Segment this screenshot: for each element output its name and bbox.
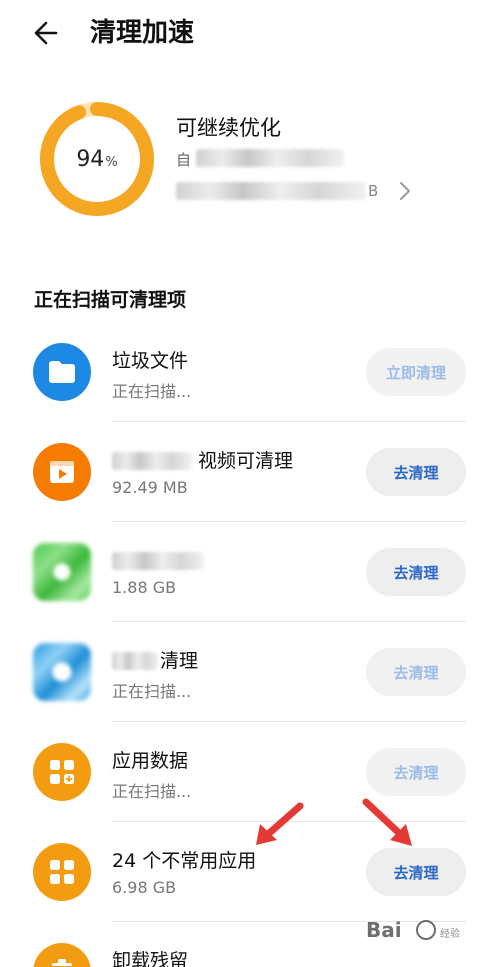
app-data-icon: [33, 743, 91, 801]
redacted-title: [112, 652, 158, 670]
percent-unit: %: [105, 154, 118, 170]
percent-value: 94: [76, 146, 105, 172]
go-clean-button[interactable]: 去清理: [366, 648, 466, 696]
video-icon: [33, 443, 91, 501]
list-item-title: 应用数据: [112, 750, 189, 772]
clean-now-button[interactable]: 立即清理: [366, 348, 466, 396]
list-item[interactable]: 清理 正在扫描... 去清理: [0, 622, 500, 722]
list-item-subtitle: 正在扫描...: [112, 682, 192, 701]
redacted-summary-line1: [196, 149, 344, 167]
trash-icon: [33, 943, 91, 967]
watermark-sub: 经验: [440, 927, 460, 940]
watermark-logo-icon: Bai 经验: [366, 918, 460, 942]
go-clean-button[interactable]: 去清理: [366, 548, 466, 596]
page-title: 清理加速: [90, 18, 195, 48]
redacted-title: [112, 552, 204, 570]
go-clean-button[interactable]: 去清理: [366, 748, 466, 796]
list-item-subtitle: 6.98 GB: [112, 878, 177, 897]
app-header: 清理加速: [0, 0, 500, 70]
list-item-title: 清理: [160, 650, 199, 672]
list-item[interactable]: 1.88 GB 去清理: [0, 522, 500, 622]
go-clean-button[interactable]: 去清理: [366, 848, 466, 896]
list-item-title: 卸载残留: [112, 950, 189, 967]
list-item-title: 垃圾文件: [112, 350, 189, 372]
folder-icon: [33, 343, 91, 401]
section-title: 正在扫描可清理项: [34, 289, 187, 311]
chevron-right-icon[interactable]: [396, 180, 414, 202]
go-clean-button[interactable]: 去清理: [366, 448, 466, 496]
list-item[interactable]: 24 个不常用应用 6.98 GB 去清理: [0, 822, 500, 922]
summary-title: 可继续优化: [176, 116, 281, 140]
app-icon: [33, 543, 91, 601]
summary-line1-head: 自: [176, 151, 192, 169]
list-item-subtitle: 92.49 MB: [112, 478, 188, 497]
list-item-subtitle: 正在扫描...: [112, 382, 192, 401]
apps-grid-icon: [33, 843, 91, 901]
list-item[interactable]: 应用数据 正在扫描... 去清理: [0, 722, 500, 822]
list-item[interactable]: 垃圾文件 正在扫描... 立即清理: [0, 322, 500, 422]
redacted-summary-line2: [176, 182, 366, 200]
list-item[interactable]: 视频可清理 92.49 MB 去清理: [0, 422, 500, 522]
app-icon: [33, 643, 91, 701]
list-item-subtitle: 1.88 GB: [112, 578, 177, 597]
summary-line2-tail: B: [368, 182, 379, 200]
progress-percent: 94 %: [38, 100, 156, 218]
back-button[interactable]: [28, 14, 72, 54]
redacted-title: [112, 452, 192, 470]
list-item-title: 视频可清理: [198, 450, 294, 472]
optimization-summary[interactable]: 94 % 可继续优化 自 B: [0, 92, 500, 232]
watermark-text: Bai: [366, 918, 402, 942]
list-item-subtitle: 正在扫描...: [112, 782, 192, 801]
list-item-title: 24 个不常用应用: [112, 850, 257, 872]
arrow-left-icon: [34, 21, 58, 45]
